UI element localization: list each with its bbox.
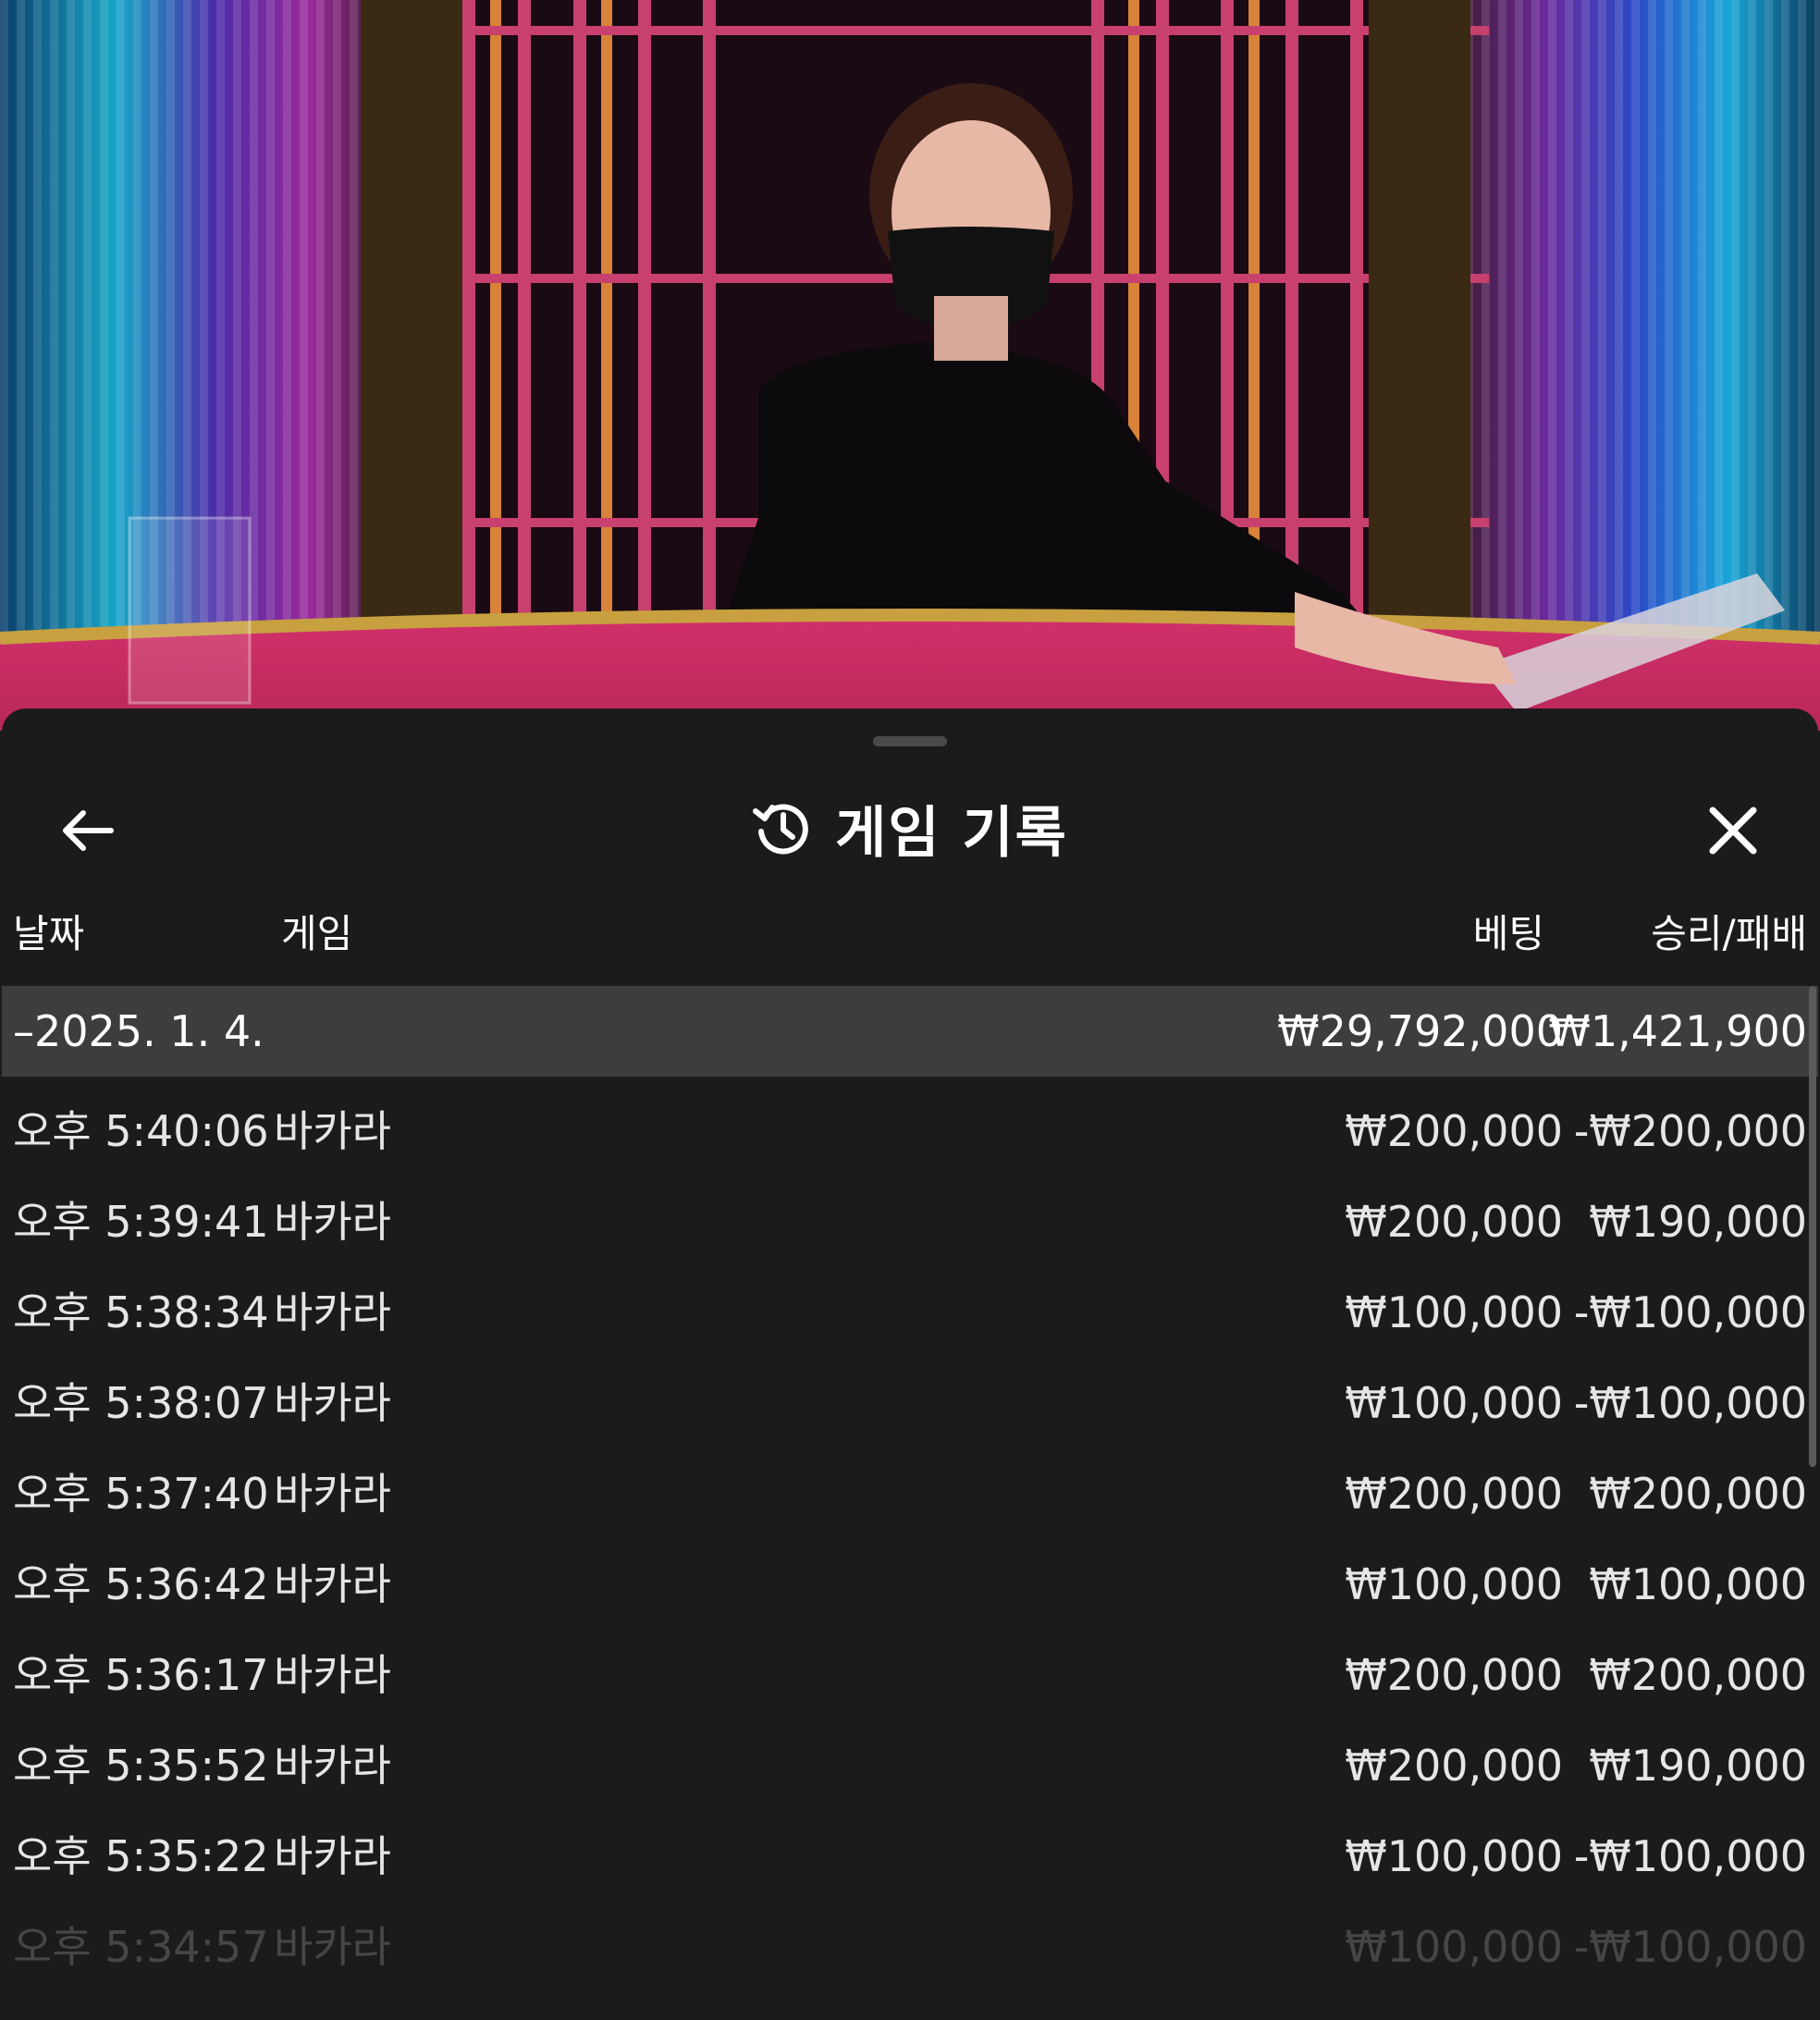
title-group: 게임 기록	[2, 786, 1818, 869]
row-time: 오후 5:40:06	[13, 1106, 269, 1156]
row-bet: ₩100,000	[1345, 1378, 1563, 1428]
sheet-header: 게임 기록	[2, 766, 1818, 886]
row-bet: ₩200,000	[1345, 1197, 1563, 1247]
table-row[interactable]: 오후 5:39:41 바카라 ₩200,000 ₩190,000	[2, 1176, 1818, 1267]
row-result: -₩200,000	[1573, 1106, 1807, 1156]
row-time: 오후 5:36:17	[13, 1650, 269, 1700]
close-icon	[1709, 807, 1757, 855]
live-dealer-video	[0, 0, 1820, 731]
row-result: -₩100,000	[1573, 1287, 1807, 1337]
row-result: -₩100,000	[1573, 1378, 1807, 1428]
table-row[interactable]: 오후 5:38:34 바카라 ₩100,000 -₩100,000	[2, 1267, 1818, 1358]
table-row[interactable]: 오후 5:36:17 바카라 ₩200,000 ₩200,000	[2, 1630, 1818, 1720]
table-row[interactable]: 오후 5:38:07 바카라 ₩100,000 -₩100,000	[2, 1358, 1818, 1448]
day-result-total: ₩1,421,900	[1548, 1006, 1807, 1056]
column-header-game: 게임	[281, 911, 353, 956]
row-bet: ₩100,000	[1345, 1922, 1563, 1972]
row-result: ₩200,000	[1589, 1650, 1807, 1700]
row-time: 오후 5:38:34	[13, 1287, 269, 1337]
column-header-result: 승리/패배	[1651, 911, 1807, 956]
row-time: 오후 5:38:07	[13, 1378, 269, 1428]
page-title: 게임 기록	[835, 800, 1068, 866]
row-bet: ₩100,000	[1345, 1831, 1563, 1881]
row-bet: ₩200,000	[1345, 1741, 1563, 1791]
row-bet: ₩200,000	[1345, 1106, 1563, 1156]
row-time: 오후 5:35:22	[13, 1831, 269, 1881]
row-game: 바카라	[274, 1650, 391, 1700]
row-result: ₩190,000	[1589, 1741, 1807, 1791]
row-time: 오후 5:35:52	[13, 1741, 269, 1791]
dealer-scene-illustration	[0, 0, 1820, 731]
row-time: 오후 5:34:57	[13, 1922, 269, 1972]
row-result: -₩100,000	[1573, 1922, 1807, 1972]
row-time: 오후 5:39:41	[13, 1197, 269, 1247]
close-button[interactable]	[1696, 794, 1770, 868]
history-icon	[753, 804, 808, 855]
row-game: 바카라	[274, 1378, 391, 1428]
row-bet: ₩100,000	[1345, 1559, 1563, 1609]
day-date: –2025. 1. 4.	[13, 1006, 264, 1056]
row-game: 바카라	[274, 1559, 391, 1609]
list-scrollbar[interactable]	[1809, 986, 1816, 1467]
table-row[interactable]: 오후 5:35:22 바카라 ₩100,000 -₩100,000	[2, 1811, 1818, 1902]
table-row[interactable]: 오후 5:40:06 바카라 ₩200,000 -₩200,000	[2, 1086, 1818, 1176]
row-bet: ₩200,000	[1345, 1650, 1563, 1700]
day-bet-total: ₩29,792,000	[1277, 1006, 1563, 1056]
row-game: 바카라	[274, 1922, 391, 1972]
row-game: 바카라	[274, 1831, 391, 1881]
row-game: 바카라	[274, 1106, 391, 1156]
row-time: 오후 5:37:40	[13, 1469, 269, 1519]
row-result: ₩200,000	[1589, 1469, 1807, 1519]
game-history-sheet: 게임 기록 날짜 게임 베팅 승리/패배 –2025. 1. 4. ₩29,79…	[2, 708, 1818, 2020]
row-game: 바카라	[274, 1741, 391, 1791]
row-result: ₩190,000	[1589, 1197, 1807, 1247]
history-list: 오후 5:40:06 바카라 ₩200,000 -₩200,000 오후 5:3…	[2, 1077, 1818, 1992]
table-row[interactable]: 오후 5:34:57 바카라 ₩100,000 -₩100,000	[2, 1902, 1818, 1992]
table-row[interactable]: 오후 5:35:52 바카라 ₩200,000 ₩190,000	[2, 1720, 1818, 1811]
column-header-date: 날짜	[13, 911, 85, 956]
row-game: 바카라	[274, 1287, 391, 1337]
column-header-bet: 베팅	[1472, 911, 1544, 956]
day-group-row[interactable]: –2025. 1. 4. ₩29,792,000 ₩1,421,900	[2, 986, 1818, 1077]
row-result: ₩100,000	[1589, 1559, 1807, 1609]
sheet-drag-handle[interactable]	[873, 736, 947, 746]
row-game: 바카라	[274, 1469, 391, 1519]
row-bet: ₩200,000	[1345, 1469, 1563, 1519]
row-bet: ₩100,000	[1345, 1287, 1563, 1337]
row-result: -₩100,000	[1573, 1831, 1807, 1881]
row-time: 오후 5:36:42	[13, 1559, 269, 1609]
row-game: 바카라	[274, 1197, 391, 1247]
table-row[interactable]: 오후 5:36:42 바카라 ₩100,000 ₩100,000	[2, 1539, 1818, 1630]
table-row[interactable]: 오후 5:37:40 바카라 ₩200,000 ₩200,000	[2, 1448, 1818, 1539]
